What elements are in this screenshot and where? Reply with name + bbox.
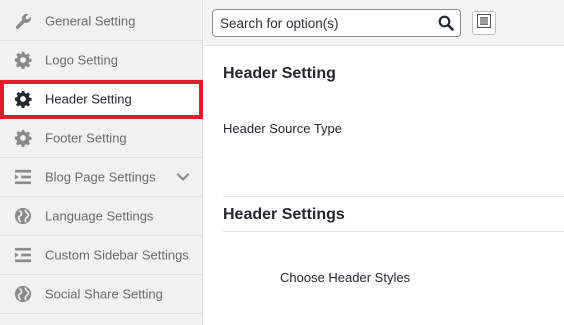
gear-icon — [13, 89, 33, 109]
section-title-header-settings: Header Settings — [223, 206, 345, 223]
sidebar-item-label: General Setting — [45, 13, 136, 29]
sidebar-item-label: Logo Setting — [45, 52, 119, 68]
globe-icon — [13, 206, 33, 226]
settings-main-panel: Header Setting Header Source Type Header… — [204, 0, 564, 325]
globe-icon — [13, 284, 33, 304]
sidebar-item-label: Language Settings — [45, 208, 154, 224]
section-divider — [223, 196, 564, 197]
settings-sidebar: General Setting Logo Setting Header Sett… — [0, 0, 203, 325]
grid-icon — [477, 13, 491, 33]
sidebar-item-logo-setting[interactable]: Logo Setting — [0, 41, 203, 80]
list-icon — [13, 167, 33, 187]
section-divider — [223, 231, 564, 232]
expand-toggle-button[interactable] — [472, 11, 496, 35]
sidebar-item-label: Footer Setting — [45, 130, 127, 146]
sidebar-item-header-setting[interactable]: Header Setting — [0, 80, 203, 119]
sidebar-item-label: Social Share Setting — [45, 286, 163, 302]
sidebar-item-footer-setting[interactable]: Footer Setting — [0, 119, 203, 158]
sidebar-item-blog-page-settings[interactable]: Blog Page Settings — [0, 158, 203, 197]
section-title-header-setting: Header Setting — [223, 65, 336, 82]
search-icon[interactable] — [438, 15, 454, 31]
sidebar-item-label: Blog Page Settings — [45, 169, 156, 185]
sidebar-item-social-share-setting[interactable]: Social Share Setting — [0, 275, 203, 314]
gear-icon — [13, 50, 33, 70]
field-label-header-source-type: Header Source Type — [223, 121, 342, 136]
sidebar-item-language-settings[interactable]: Language Settings — [0, 197, 203, 236]
chevron-down-icon[interactable] — [176, 170, 190, 184]
search-input[interactable] — [213, 10, 433, 36]
list-icon — [13, 245, 33, 265]
sidebar-item-custom-sidebar-settings[interactable]: Custom Sidebar Settings — [0, 236, 203, 275]
sidebar-item-general-setting[interactable]: General Setting — [0, 2, 203, 41]
gear-icon — [13, 128, 33, 148]
sidebar-item-label: Custom Sidebar Settings — [45, 247, 189, 263]
search-box — [212, 9, 461, 37]
sidebar-item-label: Header Setting — [45, 91, 132, 107]
wrench-icon — [13, 11, 33, 31]
field-label-choose-header-styles: Choose Header Styles — [280, 270, 411, 285]
search-toolbar — [204, 0, 564, 46]
